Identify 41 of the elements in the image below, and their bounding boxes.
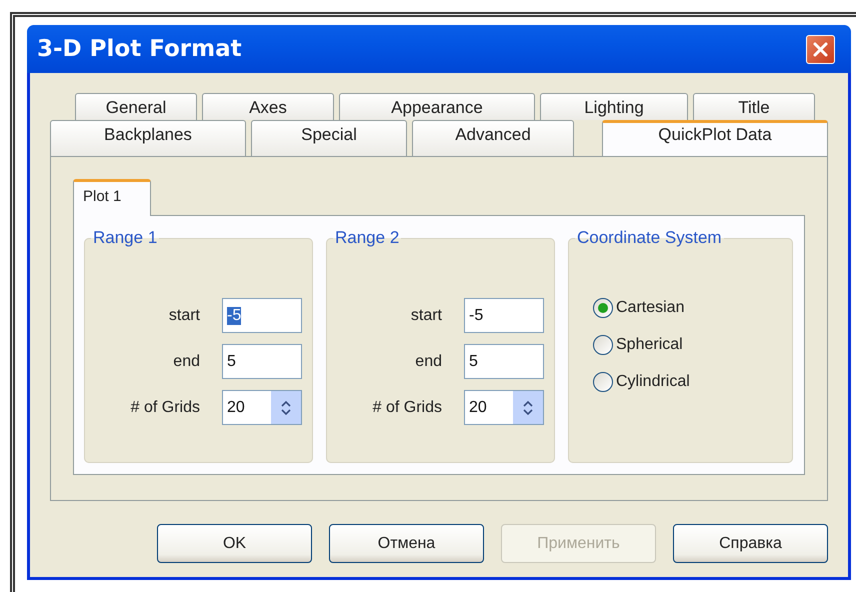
tab[interactable]: Special xyxy=(251,120,407,156)
group-title: Range 1 xyxy=(92,228,158,248)
tab[interactable]: Lighting xyxy=(540,93,688,120)
spin-arrows-icon xyxy=(523,398,533,416)
group-title: Range 2 xyxy=(334,228,400,248)
window-title: 3-D Plot Format xyxy=(37,36,243,62)
radio-label: Cylindrical xyxy=(616,373,690,391)
field-label: end xyxy=(172,352,200,370)
dialog-button[interactable]: Справка xyxy=(673,524,828,563)
radio-button[interactable] xyxy=(593,372,613,392)
tab[interactable]: Advanced xyxy=(412,120,574,156)
input-field[interactable]: -5 xyxy=(464,298,544,333)
spin-button[interactable] xyxy=(271,391,301,424)
close-button[interactable] xyxy=(806,34,835,64)
radio-label: Spherical xyxy=(616,336,683,354)
spin-arrows-icon xyxy=(281,398,291,416)
group-title: Coordinate System xyxy=(576,228,723,248)
input-field[interactable]: -5 xyxy=(222,298,302,333)
field-label: start xyxy=(168,306,200,324)
field-label: # of Grids xyxy=(372,398,442,416)
close-icon xyxy=(812,40,829,58)
field-label: start xyxy=(410,306,442,324)
radio-button[interactable] xyxy=(593,298,613,318)
field-label: end xyxy=(414,352,442,370)
tab[interactable]: Title xyxy=(693,93,815,120)
tab[interactable]: Backplanes xyxy=(50,120,246,156)
spin-field[interactable]: 20 xyxy=(222,390,302,425)
dialog-button[interactable]: Отмена xyxy=(329,524,484,563)
input-field[interactable]: 5 xyxy=(222,344,302,379)
field-label: # of Grids xyxy=(130,398,200,416)
tab[interactable]: Axes xyxy=(202,93,334,120)
spin-button[interactable] xyxy=(513,391,543,424)
radio-button[interactable] xyxy=(593,335,613,355)
tab[interactable]: QuickPlot Data xyxy=(602,120,828,156)
radio-label: Cartesian xyxy=(616,299,684,317)
dialog-button[interactable]: OK xyxy=(157,524,312,563)
spin-field[interactable]: 20 xyxy=(464,390,544,425)
tab[interactable]: General xyxy=(75,93,197,120)
tab[interactable]: Appearance xyxy=(339,93,535,120)
input-field[interactable]: 5 xyxy=(464,344,544,379)
tab[interactable]: Plot 1 xyxy=(73,179,151,216)
